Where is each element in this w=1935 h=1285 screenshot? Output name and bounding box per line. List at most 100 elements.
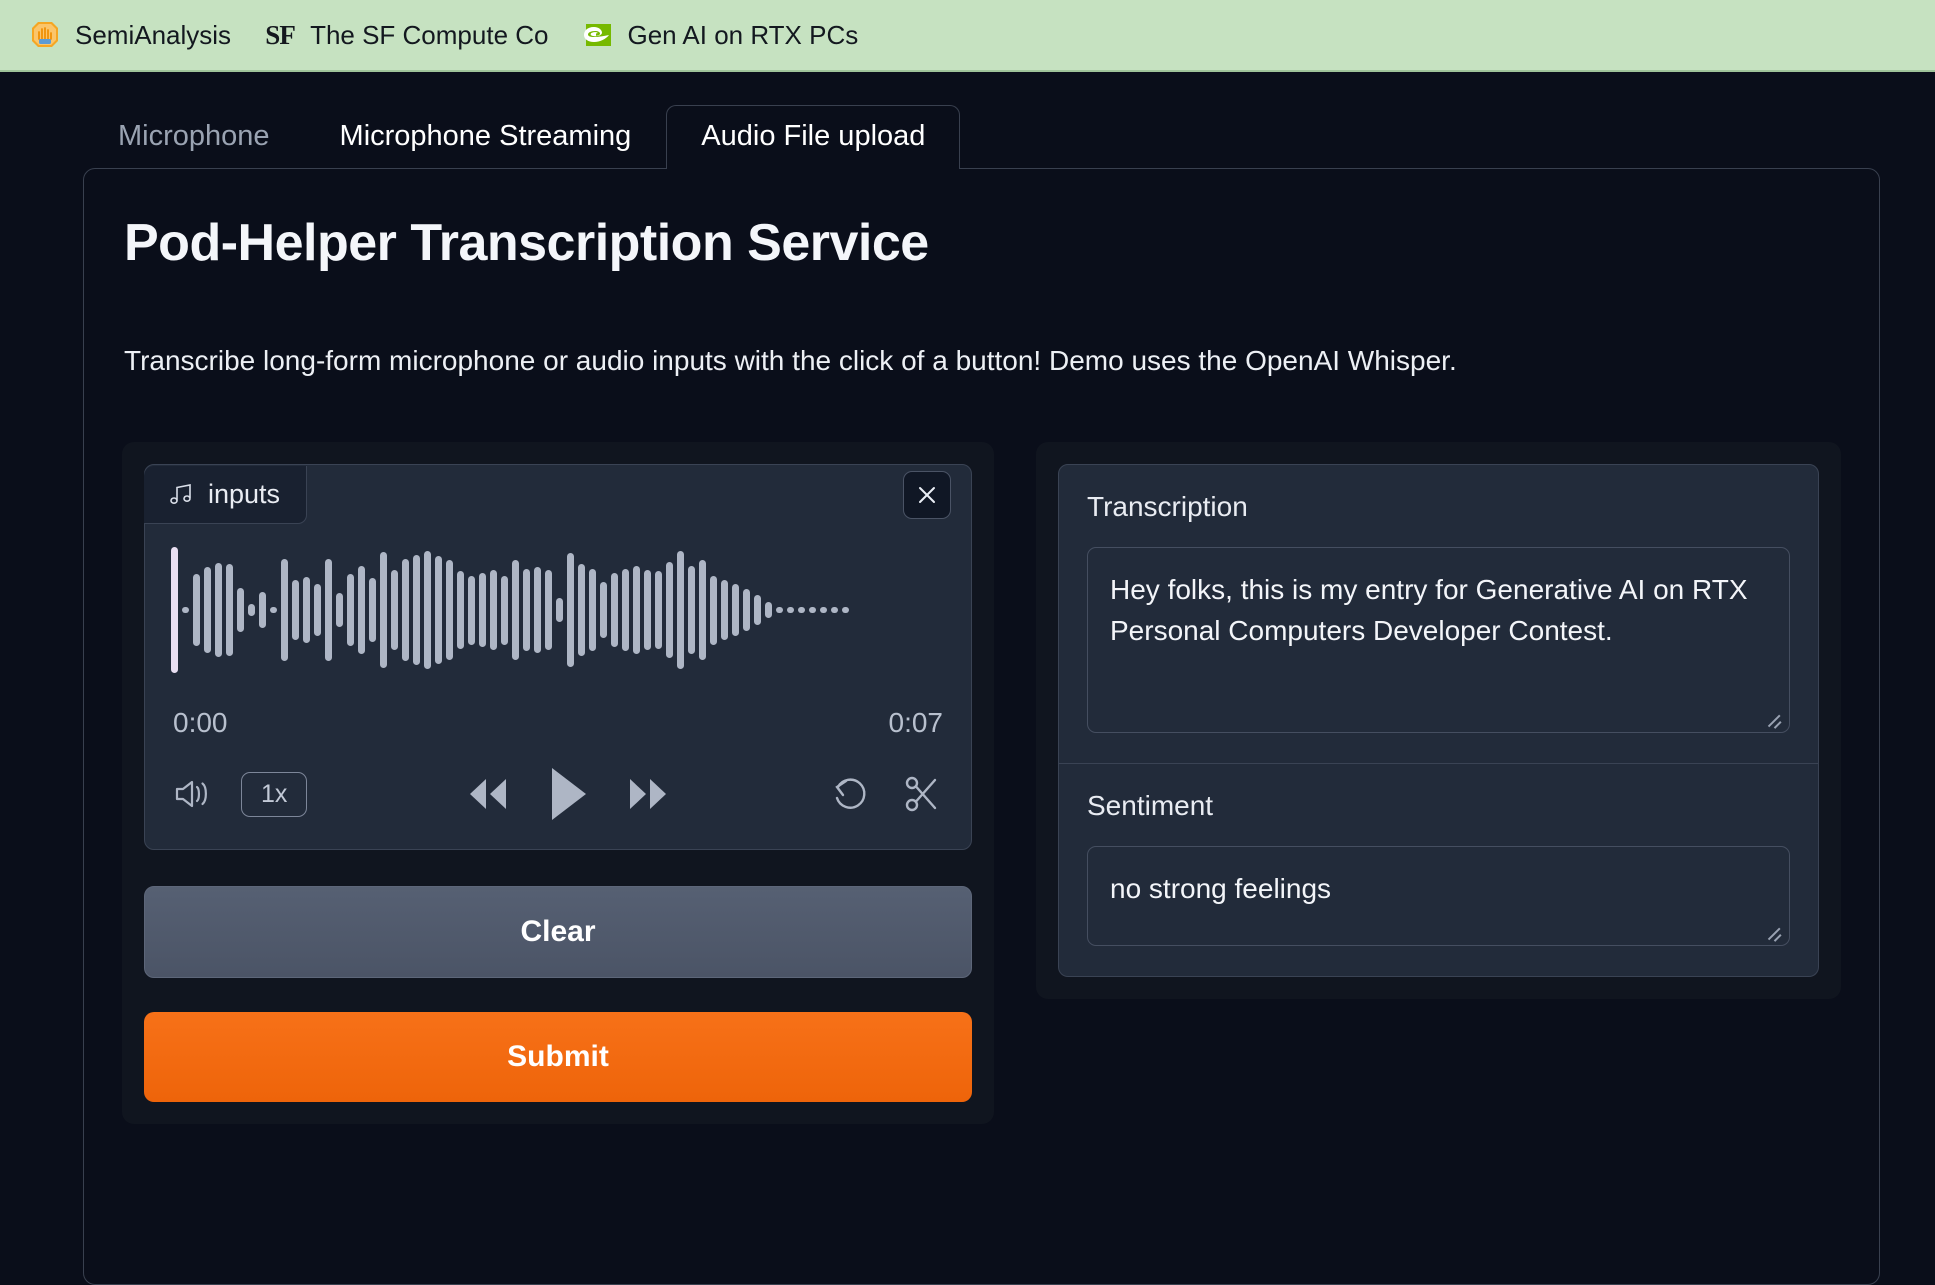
input-group: inputs 0:00 0: xyxy=(122,442,994,1124)
waveform-bar xyxy=(424,551,431,670)
waveform-bar xyxy=(809,607,816,613)
fast-forward-icon[interactable] xyxy=(621,773,675,815)
waveform-bar xyxy=(776,607,783,613)
waveform-bar xyxy=(578,564,585,655)
waveform-bar xyxy=(600,582,607,637)
output-group: Transcription Hey folks, this is my entr… xyxy=(1036,442,1841,999)
input-column: inputs 0:00 0: xyxy=(122,442,994,1124)
player-controls: 1x xyxy=(145,739,971,823)
waveform-bar xyxy=(787,607,794,613)
app-root: Microphone Microphone Streaming Audio Fi… xyxy=(0,72,1935,1285)
time-total: 0:07 xyxy=(889,707,944,739)
trim-icon[interactable] xyxy=(901,773,943,815)
waveform-bar xyxy=(842,607,849,613)
waveform-bar xyxy=(622,569,629,652)
waveform-bar xyxy=(644,570,651,650)
sf-monogram: SF xyxy=(265,20,295,51)
volume-icon[interactable] xyxy=(173,776,215,812)
sentiment-value: no strong feelings xyxy=(1110,873,1331,904)
waveform-bar xyxy=(490,570,497,650)
waveform-bar xyxy=(710,576,717,645)
inputs-chip[interactable]: inputs xyxy=(144,466,307,524)
waveform-bar xyxy=(765,602,772,619)
reset-icon[interactable] xyxy=(829,773,871,815)
waveform-bar xyxy=(545,570,552,650)
waveform-bar xyxy=(721,580,728,641)
sentiment-label: Sentiment xyxy=(1087,790,1790,822)
content-columns: inputs 0:00 0: xyxy=(122,442,1841,1124)
sentiment-card: Sentiment no strong feelings xyxy=(1058,764,1819,977)
waveform-bar xyxy=(446,560,453,659)
edit-controls xyxy=(829,773,943,815)
tab-microphone-streaming[interactable]: Microphone Streaming xyxy=(305,105,667,168)
bookmark-label: SemiAnalysis xyxy=(75,20,231,51)
waveform-bar xyxy=(413,555,420,665)
player-header: inputs xyxy=(145,465,971,525)
waveform-bar xyxy=(556,598,563,623)
submit-button[interactable]: Submit xyxy=(144,1012,972,1102)
waveform-bar xyxy=(237,588,244,632)
waveform-bar xyxy=(336,593,343,626)
waveform-bar xyxy=(314,584,321,636)
bookmark-semianalysis[interactable]: SemiAnalysis xyxy=(18,14,253,56)
waveform-bar xyxy=(193,574,200,646)
waveform-bar xyxy=(754,595,761,625)
waveform-bar xyxy=(732,584,739,636)
sentiment-textarea[interactable]: no strong feelings xyxy=(1087,846,1790,946)
transport-controls xyxy=(461,765,675,823)
waveform-bar xyxy=(248,604,255,615)
main-panel: Pod-Helper Transcription Service Transcr… xyxy=(83,168,1880,1285)
rewind-icon[interactable] xyxy=(461,773,515,815)
sf-compute-logo-icon: SF xyxy=(263,18,297,52)
waveform-bar xyxy=(699,560,706,659)
waveform-bar xyxy=(182,607,189,613)
resize-grip-icon xyxy=(1766,710,1782,726)
waveform-bar xyxy=(468,576,475,645)
tab-microphone[interactable]: Microphone xyxy=(83,105,305,168)
tab-audio-file-upload[interactable]: Audio File upload xyxy=(666,105,960,168)
waveform-bar xyxy=(655,571,662,648)
bookmark-label: The SF Compute Co xyxy=(310,20,548,51)
waveform-bar xyxy=(457,571,464,648)
waveform-bar xyxy=(512,560,519,659)
waveform-bar xyxy=(666,562,673,659)
waveform-bar xyxy=(391,570,398,650)
waveform-bar xyxy=(325,559,332,661)
waveform-bar xyxy=(226,564,233,655)
waveform-bar xyxy=(369,578,376,641)
clear-button[interactable]: Clear xyxy=(144,886,972,978)
waveform-bar xyxy=(611,573,618,648)
semianalysis-logo-icon xyxy=(28,18,62,52)
waveform-bar xyxy=(270,607,277,613)
bookmark-sf-compute[interactable]: SF The SF Compute Co xyxy=(253,14,570,56)
bookmark-label: Gen AI on RTX PCs xyxy=(628,20,859,51)
waveform-bar xyxy=(743,589,750,630)
waveform-bar xyxy=(831,607,838,613)
output-column: Transcription Hey folks, this is my entr… xyxy=(1036,442,1841,999)
bookmark-gen-ai-rtx[interactable]: Gen AI on RTX PCs xyxy=(571,14,881,56)
waveform-bar xyxy=(501,576,508,645)
transcription-card: Transcription Hey folks, this is my entr… xyxy=(1058,464,1819,764)
music-note-icon xyxy=(168,482,194,506)
waveform-bar xyxy=(303,577,310,643)
resize-grip-icon xyxy=(1766,923,1782,939)
waveform-bar xyxy=(534,567,541,653)
time-current: 0:00 xyxy=(173,707,228,739)
waveform-bar xyxy=(798,607,805,613)
player-times: 0:00 0:07 xyxy=(145,679,971,739)
waveform-bar xyxy=(589,569,596,652)
transcription-label: Transcription xyxy=(1087,491,1790,523)
close-icon[interactable] xyxy=(903,471,951,519)
waveform-bar xyxy=(259,592,266,628)
waveform-bar xyxy=(292,580,299,641)
audio-waveform[interactable] xyxy=(171,541,945,679)
page-title: Pod-Helper Transcription Service xyxy=(124,213,1841,273)
play-icon[interactable] xyxy=(545,765,591,823)
waveform-bar xyxy=(633,566,640,654)
waveform-bar xyxy=(435,556,442,664)
playback-speed-button[interactable]: 1x xyxy=(241,772,307,817)
waveform-bar xyxy=(347,574,354,646)
audio-player[interactable]: inputs 0:00 0: xyxy=(144,464,972,850)
waveform-bar xyxy=(215,563,222,657)
transcription-textarea[interactable]: Hey folks, this is my entry for Generati… xyxy=(1087,547,1790,733)
